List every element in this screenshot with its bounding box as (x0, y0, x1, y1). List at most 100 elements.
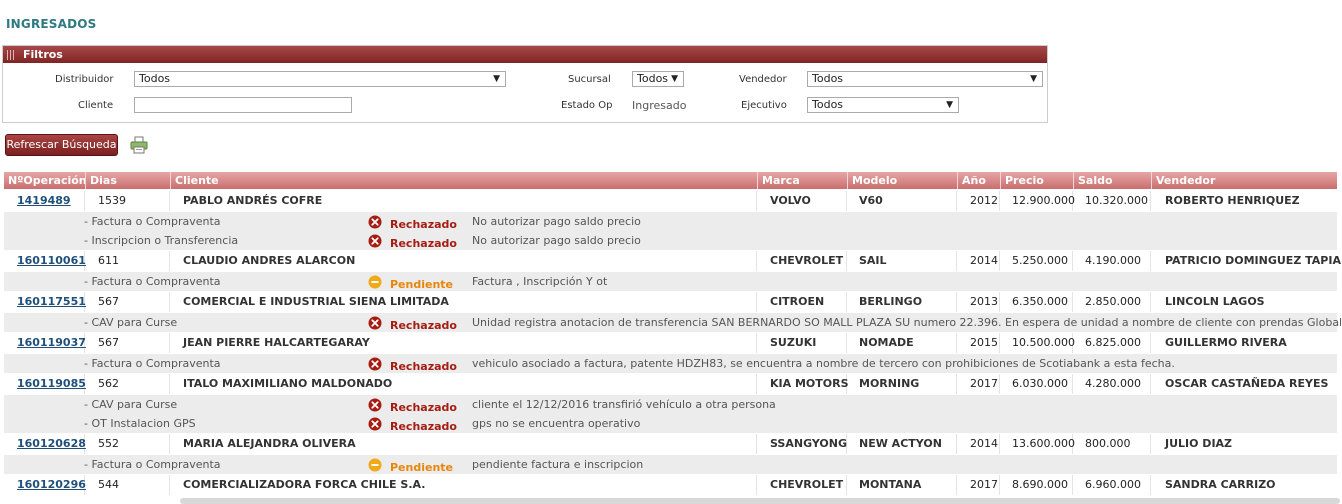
operation-number-link[interactable]: 160110061 (17, 251, 86, 271)
ejecutivo-select[interactable]: Todos ▼ (807, 97, 959, 113)
marca-cell: CHEVROLET (770, 254, 844, 267)
column-divider (956, 374, 957, 394)
column-divider (756, 374, 757, 394)
column-divider (1150, 333, 1151, 353)
status-comment: Unidad registra anotacion de transferenc… (472, 316, 1342, 329)
sucursal-select[interactable]: Todos ▼ (632, 71, 684, 87)
detail-row: - Factura o Compraventa Rechazado No autor… (4, 212, 1337, 231)
modelo-cell: SAIL (859, 254, 887, 267)
column-divider (846, 292, 847, 312)
operation-link[interactable]: 160110061 (17, 254, 86, 267)
vendedor-select[interactable]: Todos ▼ (807, 71, 1043, 87)
modelo-cell: MORNING (859, 377, 920, 390)
vendedor-label: Vendedor (739, 74, 787, 85)
column-divider (1072, 475, 1073, 495)
operation-number-link[interactable]: 1419489 (17, 191, 71, 211)
col-dias-retenido[interactable]: Dias Retenido (85, 172, 169, 204)
column-divider (1150, 292, 1151, 312)
sucursal-value: Todos (637, 72, 669, 85)
col-marca[interactable]: Marca (757, 172, 846, 189)
column-divider (1150, 475, 1151, 495)
table-row[interactable]: 160110061 611 CLAUDIO ANDRES ALARCON CHEVRO… (4, 251, 1341, 271)
dias-retenido-cell: 611 (98, 254, 119, 267)
detail-block: - Factura o Compraventa Rechazado No autor… (4, 212, 1337, 250)
document-label: CAV para Curse (91, 316, 178, 329)
cliente-cell: PABLO ANDRÉS COFRE (183, 194, 323, 207)
column-divider (956, 251, 957, 271)
operation-link[interactable]: 160119037 (17, 336, 86, 349)
col-cliente[interactable]: Cliente (170, 172, 756, 189)
cliente-input[interactable] (134, 97, 352, 113)
precio-cell: 10.500.000 (1012, 336, 1075, 349)
modelo-cell: V60 (859, 194, 883, 207)
x-circle-icon (368, 398, 382, 415)
estado-op-value: Ingresado (632, 99, 687, 112)
table-row[interactable]: 160119037 567 JEAN PIERRE HALCARTEGARAY SUZ… (4, 333, 1337, 353)
x-circle-icon (368, 215, 382, 232)
marca-cell: CHEVROLET (770, 478, 844, 491)
column-divider (999, 251, 1000, 271)
document-name: - Factura o Compraventa (84, 212, 221, 231)
col-modelo[interactable]: Modelo (847, 172, 956, 189)
ejecutivo-label: Ejecutivo (741, 100, 787, 111)
detail-block: - Factura o Compraventa Rechazado vehiculo… (4, 354, 1337, 373)
dias-retenido-cell: 567 (98, 295, 119, 308)
horizontal-scrollbar[interactable] (180, 498, 1340, 504)
document-label: Factura o Compraventa (91, 357, 221, 370)
status-comment: pendiente factura e inscripcion (472, 458, 644, 471)
column-divider (999, 434, 1000, 454)
filters-header[interactable]: Filtros (3, 46, 1047, 63)
col-precio[interactable]: Precio (1000, 172, 1072, 189)
operation-number-link[interactable]: 160120296 (17, 475, 86, 495)
detail-row: - Factura o Compraventa Pendiente pendient… (4, 455, 1337, 474)
printer-icon[interactable] (130, 136, 148, 157)
distribuidor-select[interactable]: Todos ▼ (134, 71, 506, 87)
detail-row: - Factura o Compraventa Rechazado vehiculo… (4, 354, 1337, 373)
column-divider (169, 475, 170, 495)
column-divider (756, 292, 757, 312)
modelo-cell: NOMADE (859, 336, 914, 349)
column-divider (956, 292, 957, 312)
x-circle-icon (368, 357, 382, 374)
table-row[interactable]: 160120628 552 MARIA ALEJANDRA OLIVERA SSANG… (4, 434, 1337, 454)
table-row[interactable]: 160117551 567 COMERCIAL E INDUSTRIAL SIENA… (4, 292, 1337, 312)
col-saldo-precio[interactable]: Saldo Precio (1073, 172, 1150, 204)
detail-row: - CAV para Curse Rechazado cliente el 12/1… (4, 395, 1337, 414)
table-header: NºOperación Dias Retenido Cliente Marca … (4, 172, 1337, 204)
table-row[interactable]: 1419489 1539 PABLO ANDRÉS COFRE VOLVO V60 201… (4, 191, 1337, 211)
filters-panel: Filtros Distribuidor Todos ▼ Sucursal To… (2, 45, 1048, 123)
cliente-cell: JEAN PIERRE HALCARTEGARAY (183, 336, 370, 349)
modelo-cell: BERLINGO (859, 295, 923, 308)
marca-cell: SSANGYONG (770, 437, 848, 450)
table-row[interactable]: 160120296 544 COMERCIALIZADORA FORCA CHILE… (4, 475, 1337, 495)
operation-number-link[interactable]: 160117551 (17, 292, 86, 312)
cliente-cell: COMERCIAL E INDUSTRIAL SIENA LIMITADA (183, 295, 449, 308)
detail-row: - Inscripcion o Transferencia Rechazado No… (4, 231, 1337, 250)
col-anio[interactable]: Año (957, 172, 999, 189)
operation-link[interactable]: 160120296 (17, 478, 86, 491)
operation-number-link[interactable]: 160120628 (17, 434, 86, 454)
column-divider (846, 475, 847, 495)
document-name: - Factura o Compraventa (84, 455, 221, 474)
col-operacion[interactable]: NºOperación (4, 172, 87, 189)
dias-retenido-cell: 567 (98, 336, 119, 349)
dias-retenido-cell: 562 (98, 377, 119, 390)
operation-link[interactable]: 160120628 (17, 437, 86, 450)
operation-number-link[interactable]: 160119037 (17, 333, 86, 353)
x-circle-icon (368, 417, 382, 434)
operation-link[interactable]: 160119085 (17, 377, 86, 390)
marca-cell: KIA MOTORS (770, 377, 849, 390)
operation-link[interactable]: 160117551 (17, 295, 86, 308)
operation-number-link[interactable]: 160119085 (17, 374, 86, 394)
operation-link[interactable]: 1419489 (17, 194, 71, 207)
distribuidor-label: Distribuidor (55, 74, 114, 85)
cliente-cell: ITALO MAXIMILIANO MALDONADO (183, 377, 393, 390)
refresh-search-button[interactable]: Refrescar Búsqueda (5, 134, 118, 156)
document-name: - Inscripcion o Transferencia (84, 231, 238, 250)
status-comment: vehiculo asociado a factura, patente HDZ… (472, 357, 1175, 370)
table-row[interactable]: 160119085 562 ITALO MAXIMILIANO MALDONADO K… (4, 374, 1337, 394)
column-divider (169, 374, 170, 394)
col-vendedor[interactable]: Vendedor (1151, 172, 1337, 189)
column-divider (169, 251, 170, 271)
detail-row: - OT Instalacion GPS Rechazado gps no se e… (4, 414, 1337, 433)
